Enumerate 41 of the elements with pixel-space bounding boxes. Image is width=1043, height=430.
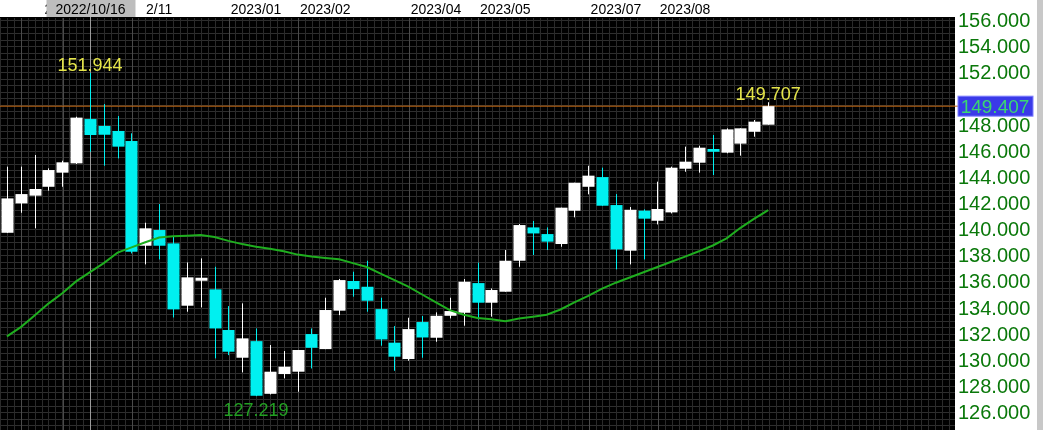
price-axis-label: 154.000 <box>958 35 1031 58</box>
date-label: 2023/07 <box>590 1 642 17</box>
price-axis-label: 128.000 <box>958 374 1031 397</box>
candlestick <box>568 182 581 218</box>
candlestick <box>499 249 512 293</box>
price-axis-label: 136.000 <box>958 270 1031 293</box>
date-label: 2023/04 <box>410 1 462 17</box>
x-tick-label: 2022/10/16 <box>55 1 126 17</box>
candlestick <box>236 302 249 373</box>
date-label: 2023/08 <box>659 1 711 17</box>
candlestick <box>651 181 664 225</box>
price-axis-label: 132.000 <box>958 322 1031 345</box>
candlestick <box>624 206 637 265</box>
price-axis-label: 142.000 <box>958 192 1031 214</box>
candlestick <box>250 327 263 397</box>
price-axis-label: 156.000 <box>958 9 1031 31</box>
date-label: 2023/05 <box>479 1 531 17</box>
candlestick <box>638 208 651 260</box>
price-axis-label: 140.000 <box>958 218 1031 241</box>
high-price-label: 149.707 <box>735 84 801 105</box>
candlestick <box>388 325 401 372</box>
date-label: 2/11 <box>146 1 173 17</box>
price-axis-label: 138.000 <box>958 244 1031 267</box>
price-axis-label: 130.000 <box>958 348 1031 371</box>
low-price-label: 127.219 <box>223 400 289 421</box>
price-axis-label: 146.000 <box>958 139 1031 162</box>
candlestick <box>305 327 318 369</box>
candlestick <box>319 297 332 350</box>
candlestick <box>402 317 415 362</box>
candlestick <box>1 166 14 234</box>
candlestick <box>375 297 388 347</box>
price-axis-label: 144.000 <box>958 165 1031 188</box>
price-axis-label: 134.000 <box>958 296 1031 319</box>
candlestick <box>416 315 429 359</box>
candlestick <box>582 165 595 195</box>
price-axis-label: 126.000 <box>958 401 1031 424</box>
date-label: 2023/01 <box>230 1 282 17</box>
current-price-label: 149.407 <box>957 95 1034 118</box>
price-axis-label: 152.000 <box>958 61 1031 84</box>
date-label: 2023/02 <box>299 1 351 17</box>
candlestick <box>762 101 775 126</box>
